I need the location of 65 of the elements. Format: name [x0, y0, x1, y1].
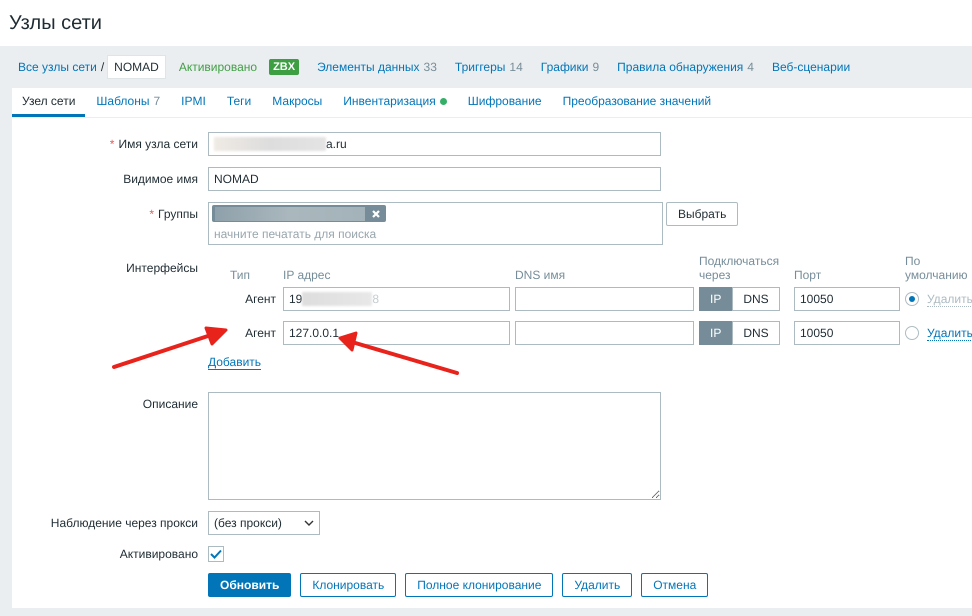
tab[interactable]: Теги	[216, 88, 262, 117]
host-nav-link[interactable]: Триггеры 14	[454, 60, 523, 74]
tab[interactable]: Преобразование значений	[552, 88, 722, 117]
column-header: По умолчанию	[905, 254, 969, 282]
label-text: Имя узла сети	[118, 137, 198, 151]
enabled-checkbox[interactable]	[208, 546, 224, 562]
visible-name-field[interactable]: NOMAD	[208, 167, 661, 191]
status-label: Активировано	[178, 60, 258, 74]
add-link[interactable]: Добавить	[208, 355, 262, 370]
proxy-dropdown[interactable]: (без прокси)	[208, 511, 320, 535]
host-nav-link[interactable]: Веб-сценарии	[772, 60, 850, 74]
port-field[interactable]: 10050	[794, 287, 900, 311]
page-title: Узлы сети	[9, 12, 102, 34]
required-mark: *	[149, 207, 154, 221]
breadcrumb-separator: /	[100, 60, 104, 74]
column-header: IP адрес	[283, 268, 332, 282]
chevron-down-icon	[304, 520, 314, 526]
column-header: Тип	[229, 268, 252, 282]
form-button[interactable]: Удалить	[562, 573, 632, 597]
column-header: DNS имя	[515, 268, 566, 282]
port-field[interactable]: 10050	[794, 321, 900, 345]
remove-link[interactable]: Удалить	[927, 326, 972, 340]
close-icon[interactable]	[371, 208, 381, 218]
connect-option[interactable]: IP	[699, 287, 732, 311]
breadcrumb-current: NOMAD	[107, 55, 166, 79]
field-label: Активировано	[118, 547, 199, 561]
select-button[interactable]: Выбрать	[666, 202, 738, 226]
dns-name-field[interactable]	[515, 321, 694, 345]
host-nav-link[interactable]: Правила обнаружения 4	[617, 60, 754, 74]
form-button[interactable]: Отмена	[641, 573, 708, 597]
form-button[interactable]: Полное клонирование	[405, 573, 554, 597]
form-button[interactable]: Клонировать	[300, 573, 396, 597]
column-header: Подключаться через	[699, 254, 780, 282]
required-mark: *	[110, 137, 114, 151]
ip-address-field[interactable]: 127.0.0.1	[283, 321, 510, 345]
host-nav-link[interactable]: Элементы данных 33	[317, 60, 437, 74]
availability-badge: ZBX	[269, 59, 300, 75]
tab[interactable]: Шифрование	[458, 88, 552, 117]
tab[interactable]: Инвентаризация	[333, 88, 457, 117]
tab[interactable]: Макросы	[262, 88, 332, 117]
field-label: Описание	[142, 396, 199, 411]
description-field[interactable]	[208, 392, 661, 500]
field-label: Интерфейсы	[125, 260, 199, 275]
tab[interactable]: IPMI	[171, 88, 216, 117]
host-nav-link[interactable]: Графики 9	[540, 60, 600, 74]
connect-option[interactable]: DNS	[732, 287, 780, 311]
label-text: Видимое имя	[123, 172, 198, 186]
interface-type: Агент	[244, 292, 277, 306]
tab[interactable]: Узел сети	[12, 88, 86, 117]
column-header: Порт	[794, 268, 822, 282]
ip-address-field[interactable]: 19 8	[283, 287, 510, 311]
breadcrumb-link[interactable]: Все узлы сети	[18, 60, 97, 74]
tab[interactable]: Шаблоны 7	[86, 88, 170, 117]
host-name-field[interactable]: a.ru	[208, 132, 661, 156]
default-radio[interactable]	[905, 292, 919, 306]
default-radio[interactable]	[905, 326, 919, 340]
groups-field[interactable]: начните печатать для поиска	[208, 202, 663, 245]
label-text: Группы	[158, 207, 198, 221]
form-button[interactable]: Обновить	[208, 573, 292, 597]
dns-name-field[interactable]	[515, 287, 694, 311]
redaction-mask	[302, 292, 372, 306]
field-label: Наблюдение через прокси	[50, 516, 199, 530]
connect-option[interactable]: IP	[699, 321, 732, 345]
interface-type: Агент	[244, 326, 277, 340]
connect-option[interactable]: DNS	[732, 321, 780, 345]
